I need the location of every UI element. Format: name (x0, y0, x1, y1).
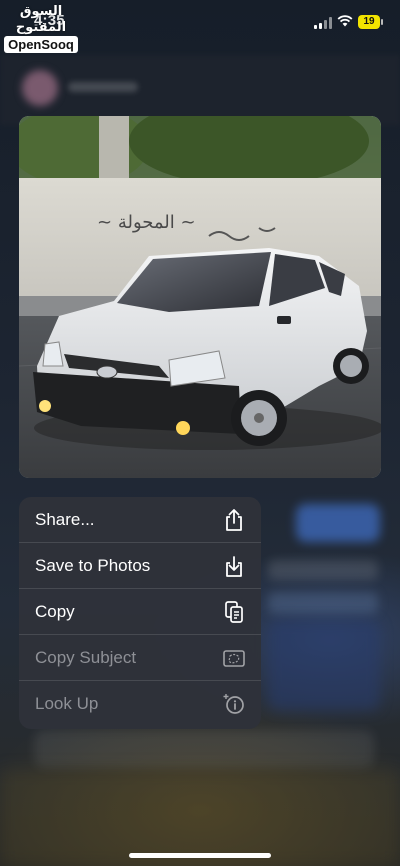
wifi-icon (337, 15, 353, 27)
car-photo-illustration: ~ ﺍﻟﻤﺤﻮﻟﺔ ~ (19, 116, 381, 478)
opensooq-watermark: السوق المفتوح OpenSooq (3, 3, 79, 54)
menu-item-label: Look Up (35, 694, 99, 713)
menu-item-look-up[interactable]: Look Up (19, 681, 261, 727)
blurred-avatar (22, 70, 58, 106)
car-photo[interactable]: ~ ﺍﻟﻤﺤﻮﻟﺔ ~ (19, 116, 381, 478)
blurred-chat-header (0, 55, 400, 125)
menu-item-share[interactable]: Share... (19, 497, 261, 543)
menu-item-label: Copy Subject (35, 648, 137, 667)
context-menu: Share... Save to Photos Copy Copy Subjec… (19, 497, 261, 729)
blurred-text-line (268, 592, 378, 614)
blurred-text-line (268, 560, 378, 580)
share-icon (226, 509, 242, 531)
menu-item-label: Save to Photos (35, 556, 151, 575)
blurred-card (268, 620, 380, 710)
copy-icon (225, 601, 243, 623)
battery-icon: 19 (358, 15, 380, 29)
svg-text:~ ﺍﻟﻤﺤﻮﻟﺔ ~: ~ ﺍﻟﻤﺤﻮﻟﺔ ~ (97, 212, 196, 233)
menu-item-save-to-photos[interactable]: Save to Photos (19, 543, 261, 589)
watermark-english: OpenSooq (4, 36, 78, 53)
blurred-button (296, 504, 380, 542)
menu-item-copy[interactable]: Copy (19, 589, 261, 635)
watermark-arabic: السوق المفتوح (15, 3, 67, 34)
blurred-input-bar (34, 730, 374, 768)
menu-item-label: Share... (35, 510, 95, 529)
menu-item-label: Copy (35, 602, 75, 621)
save-to-photos-icon (226, 556, 242, 577)
blurred-contact-name (68, 82, 138, 92)
cellular-signal-icon (314, 17, 332, 29)
battery-level: 19 (363, 16, 375, 27)
menu-item-copy-subject[interactable]: Copy Subject (19, 635, 261, 681)
home-indicator[interactable] (129, 853, 271, 858)
look-up-icon (223, 694, 244, 714)
blurred-bottom-area (0, 770, 400, 866)
battery-cap (381, 19, 383, 25)
copy-subject-icon (223, 650, 245, 667)
